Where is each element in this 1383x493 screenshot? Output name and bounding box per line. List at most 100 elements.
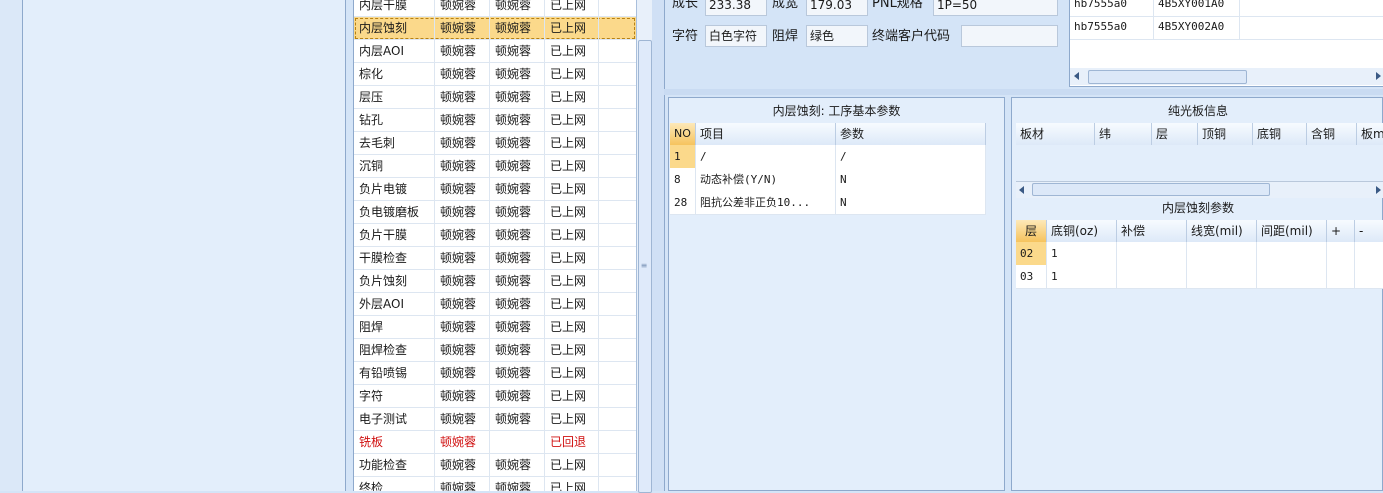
list-item[interactable]: 负电镀磨板 顿婉蓉 顿婉蓉 已上网: [354, 201, 636, 224]
operator-2: 顿婉蓉: [490, 132, 545, 154]
pnl-spec-field[interactable]: 1P=50: [933, 0, 1058, 16]
column-header[interactable]: 补偿: [1117, 220, 1187, 242]
process-name: 铣板: [354, 431, 435, 453]
operator-1: 顿婉蓉: [435, 17, 490, 39]
operator-2: 顿婉蓉: [490, 63, 545, 85]
list-item[interactable]: 内层AOI 顿婉蓉 顿婉蓉 已上网: [354, 40, 636, 63]
column-header[interactable]: 底铜: [1253, 123, 1307, 145]
operator-1: 顿婉蓉: [435, 155, 490, 177]
column-header-no[interactable]: NO: [670, 123, 696, 145]
list-item[interactable]: 铣板 顿婉蓉 已回退: [354, 431, 636, 454]
process-name: 内层干膜: [354, 0, 435, 16]
empty-cell: [1257, 242, 1327, 265]
left-blank-panel: [23, 0, 346, 491]
list-item[interactable]: 外层AOI 顿婉蓉 顿婉蓉 已上网: [354, 293, 636, 316]
list-item[interactable]: 有铅喷锡 顿婉蓉 顿婉蓉 已上网: [354, 362, 636, 385]
operator-1: 顿婉蓉: [435, 293, 490, 315]
column-header[interactable]: 底铜(oz): [1047, 220, 1117, 242]
process-name: 层压: [354, 86, 435, 108]
finished-length-field[interactable]: 233.38: [705, 0, 767, 16]
horizontal-splitter[interactable]: [664, 89, 1383, 95]
operator-2: 顿婉蓉: [490, 40, 545, 62]
process-name: 功能检查: [354, 454, 435, 476]
column-header[interactable]: 顶铜: [1198, 123, 1253, 145]
cell-param: N: [836, 168, 986, 191]
list-item[interactable]: 负片蚀刻 顿婉蓉 顿婉蓉 已上网: [354, 270, 636, 293]
operator-1: 顿婉蓉: [435, 339, 490, 361]
list-item[interactable]: 负片电镀 顿婉蓉 顿婉蓉 已上网: [354, 178, 636, 201]
list-item[interactable]: 功能检查 顿婉蓉 顿婉蓉 已上网: [354, 454, 636, 477]
list-item[interactable]: 负片干膜 顿婉蓉 顿婉蓉 已上网: [354, 224, 636, 247]
table-row[interactable]: 03 1: [1016, 265, 1383, 289]
process-name: 负片电镀: [354, 178, 435, 200]
scroll-right-icon[interactable]: [1376, 186, 1381, 194]
status-cell: 已上网: [545, 178, 599, 200]
list-item[interactable]: 电子测试 顿婉蓉 顿婉蓉 已上网: [354, 408, 636, 431]
scroll-left-icon[interactable]: [1074, 72, 1079, 80]
column-header-param[interactable]: 参数: [836, 123, 986, 145]
operator-2: 顿婉蓉: [490, 362, 545, 384]
scroll-left-icon[interactable]: [1019, 186, 1024, 194]
table-row[interactable]: 1//: [670, 145, 986, 169]
process-name: 电子测试: [354, 408, 435, 430]
list-item[interactable]: 去毛刺 顿婉蓉 顿婉蓉 已上网: [354, 132, 636, 155]
splitter[interactable]: [652, 0, 665, 491]
code-cell: hb7555a0: [1070, 0, 1154, 16]
list-item[interactable]: 干膜检查 顿婉蓉 顿婉蓉 已上网: [354, 247, 636, 270]
table-row[interactable]: 28 阻抗公差非正负10... N: [670, 191, 986, 215]
operator-1: 顿婉蓉: [435, 385, 490, 407]
finished-width-field[interactable]: 179.03: [806, 0, 868, 16]
list-item[interactable]: 字符 顿婉蓉 顿婉蓉 已上网: [354, 385, 636, 408]
list-item[interactable]: 层压 顿婉蓉 顿婉蓉 已上网: [354, 86, 636, 109]
empty-cell: [1355, 265, 1383, 288]
status-cell: 已上网: [545, 63, 599, 85]
status-cell: 已上网: [545, 477, 599, 491]
scroll-right-icon[interactable]: [1376, 72, 1381, 80]
customer-code-field[interactable]: [961, 25, 1058, 47]
table-row[interactable]: hb7555a0 4B5XY001A0: [1070, 0, 1383, 17]
operator-2: 顿婉蓉: [490, 0, 545, 16]
operator-2: 顿婉蓉: [490, 155, 545, 177]
operator-1: 顿婉蓉: [435, 454, 490, 476]
column-header[interactable]: 板mm: [1357, 123, 1383, 145]
column-header[interactable]: 板材: [1016, 123, 1095, 145]
column-header[interactable]: 含铜: [1307, 123, 1357, 145]
column-header[interactable]: 线宽(mil): [1187, 220, 1257, 242]
column-header[interactable]: 间距(mil): [1257, 220, 1327, 242]
code-table-hscroll-thumb[interactable]: [1088, 70, 1247, 84]
column-header-item[interactable]: 项目: [696, 123, 836, 145]
column-header[interactable]: 层: [1152, 123, 1198, 145]
inner-etch-grid-header: 层底铜(oz) 补偿 线宽(mil) 间距(mil) + -: [1016, 220, 1383, 243]
bare-board-hscroll-thumb[interactable]: [1032, 183, 1270, 196]
table-row[interactable]: hb7555a0 4B5XY002A0: [1070, 17, 1383, 40]
operator-1: 顿婉蓉: [435, 0, 490, 16]
list-item[interactable]: 终检 顿婉蓉 顿婉蓉 已上网: [354, 477, 636, 491]
column-header[interactable]: -: [1355, 220, 1383, 242]
list-item[interactable]: 阻焊检查 顿婉蓉 顿婉蓉 已上网: [354, 339, 636, 362]
panel-title: 纯光板信息: [1167, 104, 1228, 118]
list-item[interactable]: 内层蚀刻 顿婉蓉 顿婉蓉 已上网: [354, 17, 636, 40]
status-cell: 已上网: [545, 40, 599, 62]
operator-1: 顿婉蓉: [435, 40, 490, 62]
list-item[interactable]: 沉铜 顿婉蓉 顿婉蓉 已上网: [354, 155, 636, 178]
list-item[interactable]: 阻焊 顿婉蓉 顿婉蓉 已上网: [354, 316, 636, 339]
table-row[interactable]: 02 1: [1016, 242, 1383, 266]
list-item[interactable]: 棕化 顿婉蓉 顿婉蓉 已上网: [354, 63, 636, 86]
process-name: 棕化: [354, 63, 435, 85]
column-header[interactable]: +: [1327, 220, 1355, 242]
column-header[interactable]: 层: [1016, 220, 1047, 242]
cell-param: N: [836, 191, 986, 214]
layer-cell: 03: [1016, 265, 1047, 288]
bare-board-grid-body: [1016, 145, 1383, 181]
soldermask-field[interactable]: 绿色: [806, 25, 868, 47]
silkscreen-field[interactable]: 白色字符: [705, 25, 767, 47]
list-item[interactable]: 钻孔 顿婉蓉 顿婉蓉 已上网: [354, 109, 636, 132]
operator-1: 顿婉蓉: [435, 109, 490, 131]
table-row[interactable]: 8 动态补偿(Y/N) N: [670, 168, 986, 192]
column-header[interactable]: 纬: [1095, 123, 1152, 145]
process-name: 外层AOI: [354, 293, 435, 315]
bare-board-hscrollbar[interactable]: [1016, 181, 1383, 198]
status-cell: 已上网: [545, 270, 599, 292]
list-item[interactable]: 内层干膜 顿婉蓉 顿婉蓉 已上网: [354, 0, 636, 17]
scroll-grip-icon: ≡: [640, 261, 648, 270]
